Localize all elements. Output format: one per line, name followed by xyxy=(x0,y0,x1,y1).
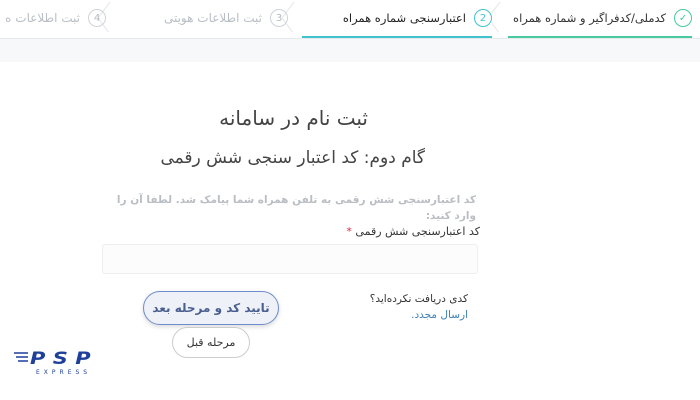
code-field-label: کد اعتبارسنجی شش رقمی * xyxy=(346,225,480,238)
step-4-label: ثبت اطلاعات ه xyxy=(5,11,80,25)
resend-question: کدی دریافت نکرده‌اید؟ xyxy=(369,293,468,305)
step-3-number: 3 xyxy=(270,9,288,27)
step-1-label: کدملی/کدفراگیر و شماره همراه xyxy=(513,11,666,25)
logo-subtext: EXPRESS xyxy=(36,369,91,376)
resend-prompt: کدی دریافت نکرده‌اید؟ ارسال مجدد. xyxy=(358,291,468,323)
step-4-number: 4 xyxy=(88,9,106,27)
previous-step-button[interactable]: مرحله قبل xyxy=(172,327,250,358)
step-4[interactable]: 4 ثبت اطلاعات ه xyxy=(0,0,106,36)
psp-express-logo: PSP EXPRESS xyxy=(14,349,98,376)
page-title: ثبت نام در سامانه xyxy=(219,106,368,130)
required-mark: * xyxy=(346,225,352,238)
verification-code-input[interactable] xyxy=(102,244,478,274)
step-3[interactable]: 3 ثبت اطلاعات هویتی xyxy=(112,0,288,36)
code-field-label-text: کد اعتبارسنجی شش رقمی xyxy=(355,225,480,238)
step-3-label: ثبت اطلاعات هویتی xyxy=(163,11,262,25)
registration-card: ثبت نام در سامانه گام دوم: کد اعتبار سنج… xyxy=(0,62,700,400)
logo-text: PSP xyxy=(30,349,98,369)
step-2-number: 2 xyxy=(474,9,492,27)
registration-stepper: ✓ کدملی/کدفراگیر و شماره همراه 2 اعتبارس… xyxy=(0,0,700,39)
step-subtitle: گام دوم: کد اعتبار سنجی شش رقمی xyxy=(160,148,425,168)
sms-info-text: کد اعتبارسنجی شش رقمی به تلفن همراه شما … xyxy=(116,194,476,222)
check-icon: ✓ xyxy=(674,9,692,27)
confirm-next-button[interactable]: تایید کد و مرحله بعد xyxy=(143,291,279,325)
step-1[interactable]: ✓ کدملی/کدفراگیر و شماره همراه xyxy=(508,0,692,38)
resend-link[interactable]: ارسال مجدد. xyxy=(411,309,468,321)
step-2[interactable]: 2 اعتبارسنجی شماره همراه xyxy=(302,0,492,38)
step-2-label: اعتبارسنجی شماره همراه xyxy=(342,11,466,25)
